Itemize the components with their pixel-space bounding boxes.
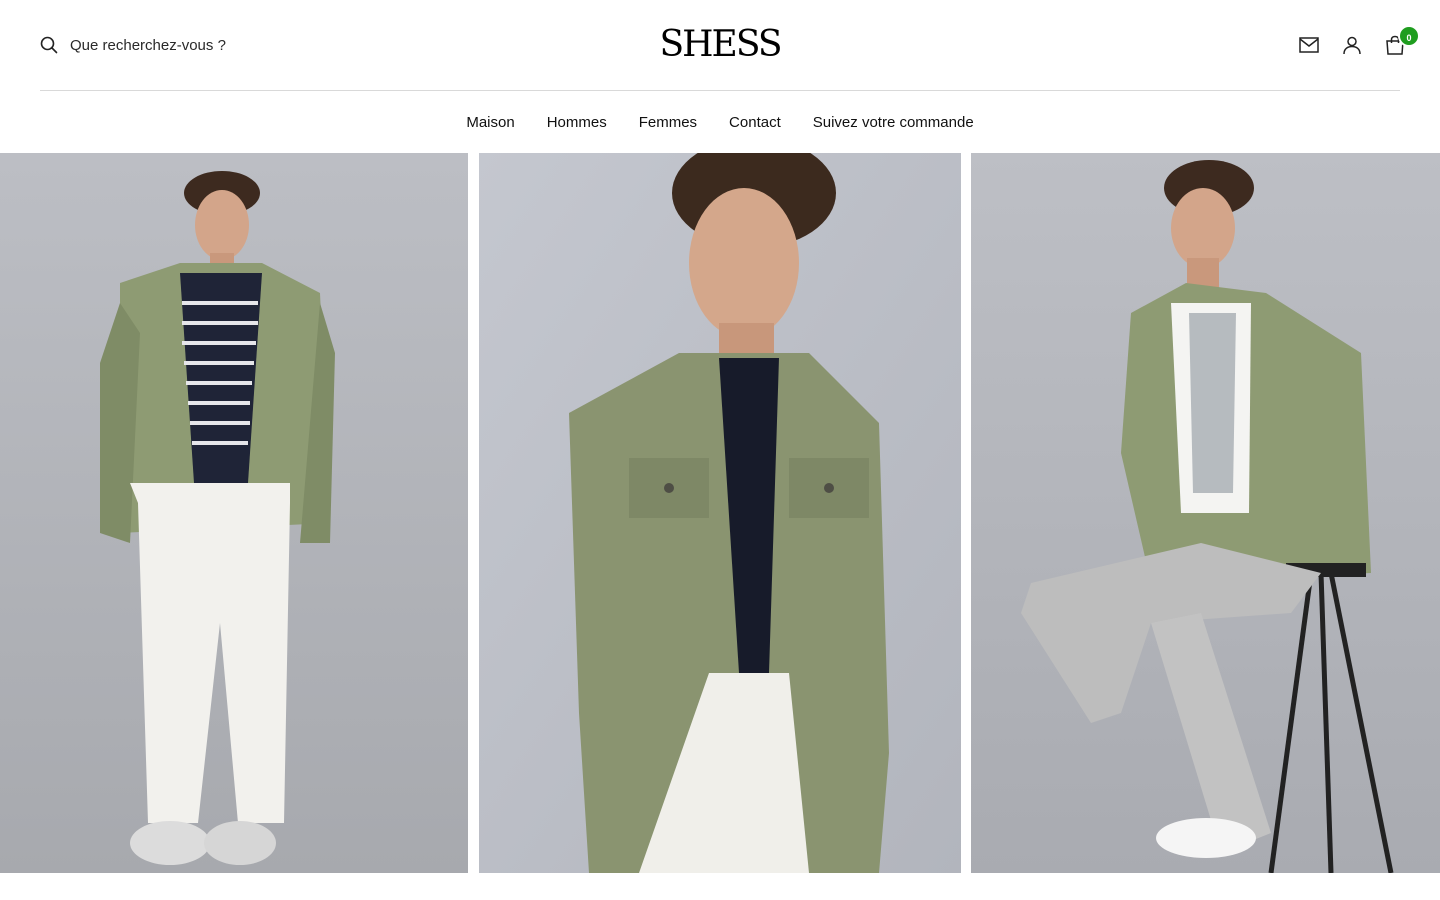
nav-item-maison[interactable]: Maison — [466, 114, 514, 131]
user-icon — [1341, 34, 1363, 56]
site-header: Que recherchez-vous ? SHESS 0 — [0, 0, 1440, 90]
search-input[interactable]: Que recherchez-vous ? — [70, 37, 226, 54]
main-navigation: Maison Hommes Femmes Contact Suivez votr… — [0, 91, 1440, 153]
nav-item-hommes[interactable]: Hommes — [547, 114, 607, 131]
hero-image-closeup[interactable] — [479, 153, 961, 873]
mail-icon — [1298, 34, 1320, 56]
site-logo[interactable]: SHESS — [620, 22, 820, 68]
hero-image-standing[interactable] — [0, 153, 468, 873]
search-icon[interactable] — [40, 36, 58, 54]
hero-image-seated[interactable] — [971, 153, 1440, 873]
newsletter-button[interactable] — [1294, 30, 1324, 60]
nav-item-contact[interactable]: Contact — [729, 114, 781, 131]
search-bar[interactable]: Que recherchez-vous ? — [40, 35, 226, 55]
account-button[interactable] — [1337, 30, 1367, 60]
cart-button[interactable]: 0 — [1380, 25, 1420, 60]
cart-count-badge: 0 — [1398, 25, 1420, 47]
nav-item-order-tracking[interactable]: Suivez votre commande — [813, 114, 974, 131]
hero-gallery — [0, 153, 1440, 873]
nav-item-femmes[interactable]: Femmes — [639, 114, 697, 131]
header-actions: 0 — [1294, 25, 1420, 62]
